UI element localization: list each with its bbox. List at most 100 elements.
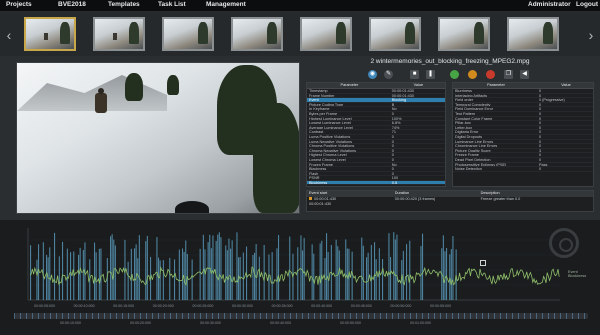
event-bar bbox=[114, 245, 116, 300]
event-bar bbox=[302, 250, 304, 300]
green-status-icon[interactable] bbox=[450, 70, 459, 79]
event-bar bbox=[326, 233, 328, 300]
logout-link[interactable]: Logout bbox=[576, 1, 598, 8]
scrubber-tick-label: 00:00:50:000 bbox=[340, 321, 361, 325]
event-bar bbox=[127, 261, 129, 300]
wrench-icon[interactable]: ✎ bbox=[384, 70, 393, 79]
orange-status-icon[interactable] bbox=[468, 70, 477, 79]
event-bar bbox=[255, 244, 257, 300]
parameter-name: Lowest Luminance Level bbox=[309, 121, 351, 125]
event-bar bbox=[199, 248, 201, 300]
timeline-scrubber[interactable] bbox=[14, 313, 588, 319]
event-bar bbox=[321, 240, 323, 300]
menu-bve2018[interactable]: BVE2018 bbox=[58, 1, 86, 8]
event-bar bbox=[452, 236, 454, 300]
user-name[interactable]: Administrator bbox=[528, 1, 571, 8]
parameter-name: Digitaria Error bbox=[455, 130, 479, 134]
scrubber-tick-label: 00:00:10:000 bbox=[60, 321, 81, 325]
event-bar bbox=[182, 248, 184, 300]
parameter-value: 0 bbox=[391, 171, 394, 176]
event-bar bbox=[370, 244, 372, 300]
stop-icon[interactable]: ■ bbox=[410, 70, 419, 79]
parameter-value: 0 bbox=[391, 157, 394, 162]
video-filename: 2 wintermemories_out_blocking_freezing_M… bbox=[370, 58, 530, 65]
event-bar bbox=[242, 252, 244, 300]
event-row[interactable]: 00:00:01:430 bbox=[307, 202, 593, 207]
thumbnail[interactable] bbox=[369, 17, 421, 51]
parameter-name: Highest Luminance Level bbox=[309, 116, 352, 121]
chevron-right-icon[interactable]: › bbox=[586, 27, 596, 43]
menu-templates[interactable]: Templates bbox=[108, 1, 140, 8]
event-bar bbox=[135, 244, 137, 300]
axis-tick-label: 00:00:45:000 bbox=[350, 304, 372, 308]
parameter-name: Contrast bbox=[309, 130, 324, 134]
sound-icon[interactable]: ◀ bbox=[520, 70, 529, 79]
event-bar bbox=[374, 242, 376, 300]
parameter-value: 0 bbox=[539, 116, 542, 121]
event-bar bbox=[226, 250, 228, 300]
event-bar bbox=[406, 244, 408, 300]
parameter-name: Chroma Positive Violations bbox=[309, 144, 355, 148]
metrics-graph[interactable]: Event Blockiness 00:00:05:000 00:00:10:00… bbox=[0, 220, 600, 335]
event-bar bbox=[375, 259, 377, 300]
menu-task-list[interactable]: Task List bbox=[158, 1, 186, 8]
chevron-left-icon[interactable]: ‹ bbox=[4, 27, 14, 43]
parameter-name: In Keyframe bbox=[309, 107, 330, 111]
parameter-name: Luma Positive Violations bbox=[309, 134, 351, 139]
parameter-value: 0 bbox=[539, 167, 542, 171]
event-bar bbox=[319, 243, 321, 300]
graph-legend: Event Blockiness bbox=[568, 270, 586, 278]
parameter-value: 74% bbox=[391, 125, 400, 130]
parameter-name: Highest Chroma Level bbox=[309, 153, 347, 157]
column-header-value: Value bbox=[561, 83, 571, 87]
video-frame[interactable] bbox=[16, 62, 300, 214]
event-bar bbox=[156, 237, 158, 300]
thumbnail-strip: ‹ › bbox=[0, 12, 600, 56]
event-bar bbox=[351, 251, 353, 300]
event-bar bbox=[338, 250, 340, 300]
event-bar bbox=[442, 235, 444, 300]
table-row[interactable]: Blockiness 0.5 bbox=[307, 180, 445, 186]
event-bar bbox=[455, 249, 457, 300]
copy-icon[interactable]: ❐ bbox=[504, 70, 513, 79]
parameter-name: Dead Pixel Detection bbox=[455, 157, 491, 162]
column-header-parameter: Parameter bbox=[487, 83, 505, 87]
menu-projects[interactable]: Projects bbox=[6, 1, 32, 8]
thumbnail[interactable] bbox=[507, 17, 559, 51]
parameter-value: 6.8% bbox=[391, 121, 401, 125]
thumbnail[interactable] bbox=[93, 17, 145, 51]
event-bar bbox=[382, 259, 384, 300]
event-bar bbox=[174, 259, 176, 300]
thumbnail[interactable] bbox=[438, 17, 490, 51]
globe-icon[interactable]: ◉ bbox=[368, 70, 377, 79]
event-start-text: 00:00:01:430 bbox=[314, 197, 337, 201]
event-bar bbox=[276, 248, 278, 300]
parameter-name: Chrominance Line Errors bbox=[455, 144, 498, 148]
event-bar bbox=[271, 252, 273, 300]
event-bar bbox=[207, 242, 209, 300]
parameter-name: PSNR bbox=[309, 176, 320, 180]
pause-icon[interactable]: ❚ bbox=[426, 70, 435, 79]
parameter-name: Photosensitive Epilepsy (PSE) bbox=[455, 162, 507, 167]
thumbnail[interactable] bbox=[300, 17, 352, 51]
event-bar bbox=[134, 248, 136, 300]
parameter-value: No bbox=[391, 162, 397, 167]
thumbnail[interactable] bbox=[162, 17, 214, 51]
thumbnail[interactable] bbox=[24, 17, 76, 51]
parameter-value: 0 bbox=[391, 148, 394, 153]
event-bar bbox=[313, 253, 315, 300]
parameter-value: 0 bbox=[391, 144, 394, 148]
parameter-name: Chroma Negative Violations bbox=[309, 148, 356, 153]
axis-tick-label: 00:00:35:000 bbox=[271, 304, 293, 308]
parameter-name: Event bbox=[309, 98, 319, 102]
event-bar bbox=[388, 233, 390, 300]
thumbnail[interactable] bbox=[231, 17, 283, 51]
table-row[interactable]: Noise Detection 0 bbox=[453, 167, 593, 172]
event-bar bbox=[158, 257, 160, 300]
column-header-value: Value bbox=[413, 83, 424, 87]
zoom-handle[interactable] bbox=[480, 260, 486, 266]
event-bar bbox=[162, 260, 164, 300]
menu-management[interactable]: Management bbox=[206, 1, 246, 8]
red-status-icon[interactable] bbox=[486, 70, 495, 79]
parameter-name: Blurriness bbox=[455, 89, 472, 93]
